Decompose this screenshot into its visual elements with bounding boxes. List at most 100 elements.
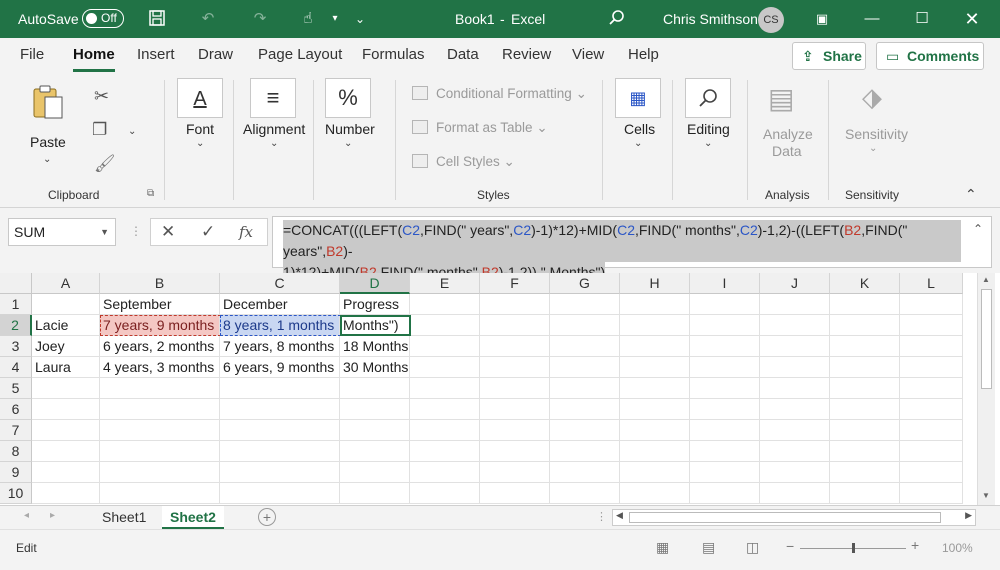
cell-l5[interactable]: [900, 378, 963, 399]
cell-i8[interactable]: [690, 441, 760, 462]
cell-e9[interactable]: [410, 462, 480, 483]
worksheet-grid[interactable]: ABCDEFGHIJKL 1 2 3 4 5 6 7 8 9 10 September Decemb…: [0, 273, 1000, 505]
editing-label[interactable]: Editing: [687, 121, 730, 137]
sheet-tab-sheet2[interactable]: Sheet2: [162, 506, 224, 530]
cell-a3[interactable]: Joey: [32, 336, 100, 357]
cell-f9[interactable]: [480, 462, 550, 483]
cell-g1[interactable]: [550, 294, 620, 315]
cell-g2[interactable]: [550, 315, 620, 336]
cell-c3[interactable]: 7 years, 8 months: [220, 336, 340, 357]
cell-h4[interactable]: [620, 357, 690, 378]
cell-e3[interactable]: [410, 336, 480, 357]
cell-k3[interactable]: [830, 336, 900, 357]
cell-i4[interactable]: [690, 357, 760, 378]
cell-g7[interactable]: [550, 420, 620, 441]
cell-a4[interactable]: Laura: [32, 357, 100, 378]
cell-a8[interactable]: [32, 441, 100, 462]
row-header-7[interactable]: 7: [0, 420, 32, 441]
expand-formula-bar-icon[interactable]: ⌃: [973, 219, 983, 240]
conditional-formatting-button[interactable]: Conditional Formatting ⌄: [412, 86, 587, 102]
search-icon[interactable]: [607, 9, 627, 29]
paste-chevron-down-icon[interactable]: ⌄: [43, 154, 51, 165]
name-box-chevron-down-icon[interactable]: ▼: [100, 219, 109, 245]
row-header-1[interactable]: 1: [0, 294, 32, 315]
formula-input[interactable]: =CONCAT(((LEFT(C2,FIND(" years",C2)-1)*1…: [272, 216, 992, 283]
cell-j1[interactable]: [760, 294, 830, 315]
font-label[interactable]: Font: [186, 121, 214, 137]
cell-l8[interactable]: [900, 441, 963, 462]
cells-icon[interactable]: ▦: [615, 78, 661, 118]
tab-view[interactable]: View: [572, 38, 604, 74]
tab-insert[interactable]: Insert: [137, 38, 175, 74]
normal-view-icon[interactable]: ▦: [656, 539, 669, 556]
cell-h6[interactable]: [620, 399, 690, 420]
undo-icon[interactable]: ↶: [198, 9, 218, 29]
cell-h5[interactable]: [620, 378, 690, 399]
cell-l6[interactable]: [900, 399, 963, 420]
more-sheets-icon[interactable]: ⋮: [596, 510, 607, 523]
minimize-icon[interactable]: —: [862, 9, 882, 29]
cell-d1[interactable]: Progress: [340, 294, 410, 315]
format-as-table-button[interactable]: Format as Table ⌄: [412, 120, 548, 136]
cell-e8[interactable]: [410, 441, 480, 462]
column-header-f[interactable]: F: [480, 273, 550, 294]
cell-h2[interactable]: [620, 315, 690, 336]
tab-draw[interactable]: Draw: [198, 38, 233, 74]
cell-a6[interactable]: [32, 399, 100, 420]
cell-a7[interactable]: [32, 420, 100, 441]
zoom-in-icon[interactable]: +: [911, 537, 919, 553]
row-header-8[interactable]: 8: [0, 441, 32, 462]
alignment-chevron-down-icon[interactable]: ⌄: [270, 138, 278, 149]
cell-g6[interactable]: [550, 399, 620, 420]
cell-g8[interactable]: [550, 441, 620, 462]
cell-h3[interactable]: [620, 336, 690, 357]
redo-icon[interactable]: ↷: [250, 9, 270, 29]
cell-g10[interactable]: [550, 483, 620, 504]
cell-b3[interactable]: 6 years, 2 months: [100, 336, 220, 357]
autosave-toggle[interactable]: Off: [82, 9, 124, 28]
cell-d8[interactable]: [340, 441, 410, 462]
tab-help[interactable]: Help: [628, 38, 659, 74]
cell-k5[interactable]: [830, 378, 900, 399]
scroll-up-icon[interactable]: ▲: [982, 275, 990, 284]
row-header-5[interactable]: 5: [0, 378, 32, 399]
cell-k7[interactable]: [830, 420, 900, 441]
cell-b10[interactable]: [100, 483, 220, 504]
cells-label[interactable]: Cells: [624, 121, 655, 137]
cell-a2[interactable]: Lacie: [32, 315, 100, 336]
editing-search-icon[interactable]: [685, 78, 731, 118]
cell-l9[interactable]: [900, 462, 963, 483]
column-header-h[interactable]: H: [620, 273, 690, 294]
cell-a5[interactable]: [32, 378, 100, 399]
row-header-2[interactable]: 2: [0, 315, 32, 336]
number-chevron-down-icon[interactable]: ⌄: [344, 138, 352, 149]
number-format-icon[interactable]: %: [325, 78, 371, 118]
column-header-l[interactable]: L: [900, 273, 963, 294]
cell-b1[interactable]: September: [100, 294, 220, 315]
cell-h10[interactable]: [620, 483, 690, 504]
column-header-i[interactable]: I: [690, 273, 760, 294]
customize-toolbar-icon[interactable]: ⌄: [350, 9, 370, 29]
cell-i7[interactable]: [690, 420, 760, 441]
cell-c7[interactable]: [220, 420, 340, 441]
cells-chevron-down-icon[interactable]: ⌄: [634, 138, 642, 149]
ribbon-display-icon[interactable]: ▣: [812, 9, 832, 29]
scroll-down-icon[interactable]: ▼: [982, 491, 990, 500]
share-button[interactable]: ⇪ Share: [792, 42, 866, 70]
cell-b2[interactable]: 7 years, 9 months: [100, 315, 220, 336]
cell-c5[interactable]: [220, 378, 340, 399]
cell-b4[interactable]: 4 years, 3 months: [100, 357, 220, 378]
chevron-down-icon[interactable]: ▾: [325, 9, 345, 29]
cell-i3[interactable]: [690, 336, 760, 357]
maximize-icon[interactable]: ☐: [912, 9, 932, 29]
cell-c2[interactable]: 8 years, 1 months: [220, 315, 340, 336]
cell-e4[interactable]: [410, 357, 480, 378]
cell-b5[interactable]: [100, 378, 220, 399]
select-all-corner[interactable]: [0, 273, 32, 294]
column-header-c[interactable]: C: [220, 273, 340, 294]
cell-j5[interactable]: [760, 378, 830, 399]
horizontal-scrollbar[interactable]: ◀ ▶: [612, 509, 976, 526]
row-header-3[interactable]: 3: [0, 336, 32, 357]
cell-a10[interactable]: [32, 483, 100, 504]
column-header-k[interactable]: K: [830, 273, 900, 294]
